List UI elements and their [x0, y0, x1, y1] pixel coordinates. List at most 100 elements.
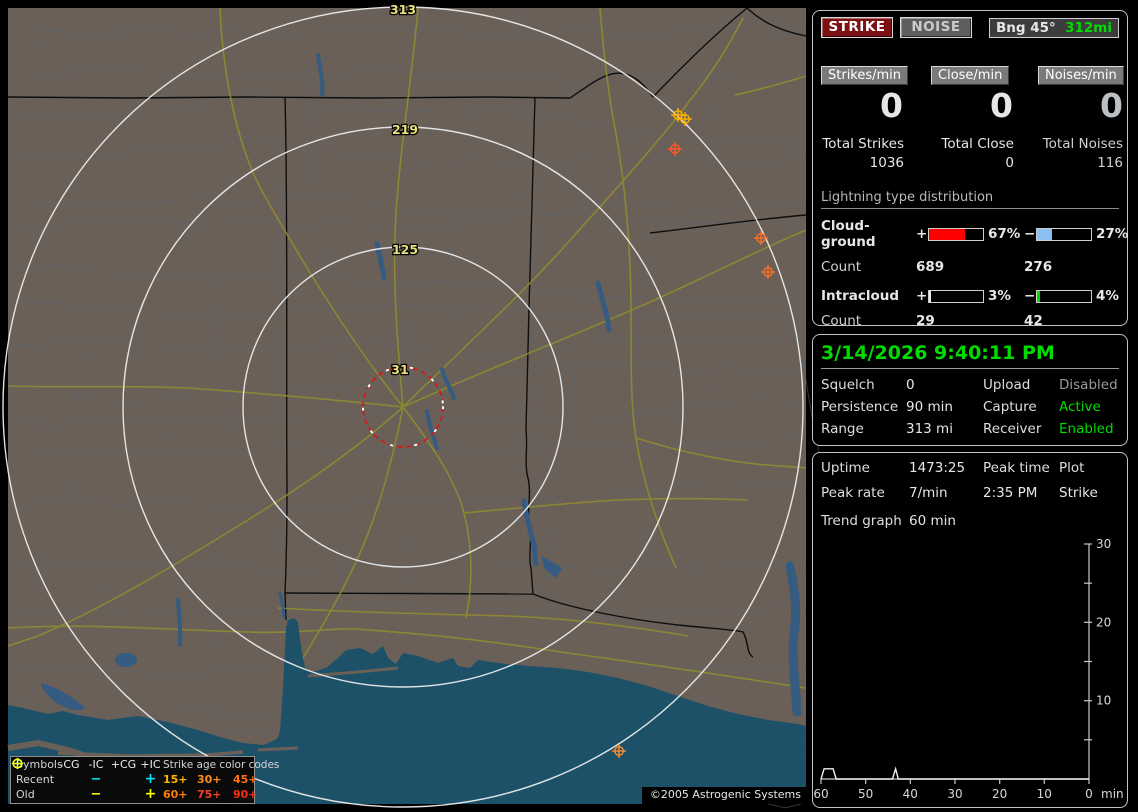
plot-value: Strike: [1059, 485, 1098, 501]
age-code-60: 60+: [163, 788, 188, 801]
cg-plus-count: 689: [916, 259, 945, 275]
strikes-per-min-button[interactable]: Strikes/min: [821, 66, 909, 85]
persistence-label: Persistence: [821, 399, 899, 415]
minus-icon: −: [90, 787, 102, 802]
persistence-value: 90 min: [906, 399, 953, 415]
svg-text:30: 30: [1096, 537, 1111, 551]
total-strikes-label: Total Strikes: [822, 136, 904, 152]
trend-line: [820, 766, 1089, 780]
map-svg: 313 219 125 31: [2, 1, 859, 809]
svg-text:20: 20: [1096, 615, 1111, 629]
svg-text:20: 20: [992, 787, 1007, 801]
receiver-value: Enabled: [1059, 421, 1114, 437]
total-strikes: Total Strikes 1036: [821, 136, 924, 171]
lightning-map[interactable]: 313 219 125 31 Symbols -CG -IC +CG +IC S…: [2, 1, 859, 809]
peak-rate-label: Peak rate: [821, 485, 885, 501]
bearing-label: Bng 45°: [996, 19, 1056, 36]
count-label: Count: [821, 313, 862, 329]
upload-label: Upload: [983, 377, 1031, 393]
noises-per-min-button[interactable]: Noises/min: [1038, 66, 1124, 85]
svg-text:50: 50: [858, 787, 873, 801]
close-per-min-value: 0: [990, 86, 1013, 125]
status-grid: Squelch 0 Upload Disabled Persistence 90…: [821, 377, 1119, 437]
svg-text:0: 0: [1085, 787, 1093, 801]
ring-label-313: 313: [390, 2, 416, 17]
noises-per-min-counter: Noises/min 0: [1034, 64, 1124, 125]
peak-time-label: Peak time: [983, 460, 1050, 476]
total-close: Total Close 0: [924, 136, 1034, 171]
cloud-ground-counts: Count 689 276: [821, 259, 1119, 275]
trend-graph: 30 20 10 60 50 40 30 20 10 0 min: [813, 537, 1123, 801]
strike-stats-panel: STRIKE NOISE Bng 45° 312mi Strikes/min 0…: [812, 10, 1129, 329]
legend-old-row: Old − + 60+ 75+ 90+: [11, 757, 258, 802]
squelch-label: Squelch: [821, 377, 875, 393]
ic-minus-pct: 4%: [1096, 288, 1119, 304]
cloud-ground-label: Cloud-ground: [821, 218, 876, 250]
total-noises-value: 116: [1097, 155, 1123, 171]
trend-panel: Uptime 1473:25 Peak time Plot Peak rate …: [812, 452, 1128, 808]
distribution-title: Lightning type distribution: [821, 190, 1119, 209]
noise-mode-button[interactable]: NOISE: [900, 17, 972, 38]
copyright-notice: ©2005 Astrogenic Systems: [641, 787, 806, 804]
legend-recent-label: Recent: [16, 773, 55, 786]
ring-label-125: 125: [392, 242, 418, 257]
rate-counters: Strikes/min 0 Close/min 0 Noises/min 0: [821, 64, 1124, 125]
legend-recent-row: Recent − + 15+ 30+ 45+: [11, 757, 258, 787]
legend-col-pcg: +CG: [110, 758, 137, 771]
noises-per-min-value: 0: [1100, 86, 1123, 125]
uptime-value: 1473:25: [909, 460, 966, 476]
cg-minus-pct: 27%: [1096, 226, 1129, 242]
cg-minus-count: 276: [1024, 259, 1053, 275]
total-close-value: 0: [1005, 155, 1014, 171]
legend-age-title: Strike age color codes: [163, 758, 280, 771]
uptime-grid: Uptime 1473:25 Peak time Plot Peak rate …: [821, 460, 1119, 501]
cg-plus-bar: [928, 227, 984, 241]
legend-header-row: Symbols -CG -IC +CG +IC Strike age color…: [11, 757, 279, 772]
plus-icon: +: [144, 786, 157, 802]
bearing-readout: Bng 45° 312mi: [989, 17, 1119, 38]
legend-col-ncg: -CG: [59, 758, 80, 771]
ic-minus-count: 42: [1024, 313, 1043, 329]
ic-minus-bar: [1036, 289, 1092, 303]
age-code-75: 75+: [197, 788, 222, 801]
plus-sign: +: [916, 226, 928, 242]
legend-col-nic: -IC: [88, 758, 104, 771]
minus-icon: −: [90, 772, 102, 787]
trend-graph-row: Trend graph 60 min: [821, 513, 1119, 529]
total-noises: Total Noises 116: [1034, 136, 1123, 171]
trend-graph-value: 60 min: [909, 513, 956, 529]
count-label: Count: [821, 259, 862, 275]
ring-label-219: 219: [392, 122, 418, 137]
map-legend: Symbols -CG -IC +CG +IC Strike age color…: [10, 756, 279, 804]
datetime-display: 3/14/2026 9:40:11 PM: [821, 342, 1119, 369]
squelch-value: 0: [906, 377, 915, 393]
app-window: 313 219 125 31 Symbols -CG -IC +CG +IC S…: [0, 0, 1138, 812]
plot-label: Plot: [1059, 460, 1085, 476]
close-per-min-counter: Close/min 0: [924, 64, 1034, 122]
age-code-45: 45+: [233, 773, 258, 786]
intracloud-label: Intracloud: [821, 288, 900, 304]
ic-plus-bar: [928, 289, 984, 303]
receiver-label: Receiver: [983, 421, 1042, 437]
svg-text:10: 10: [1096, 694, 1111, 708]
peak-rate-value: 7/min: [909, 485, 948, 501]
plus-icon: +: [144, 771, 157, 787]
strikes-per-min-value: 0: [880, 86, 903, 125]
capture-value: Active: [1059, 399, 1101, 415]
range-label: Range: [821, 421, 864, 437]
minus-sign: −: [1024, 288, 1036, 304]
legend-old-label: Old: [16, 788, 35, 801]
strike-mode-button[interactable]: STRIKE: [821, 17, 893, 38]
svg-text:10: 10: [1037, 787, 1052, 801]
plus-sign: +: [916, 288, 928, 304]
age-code-90: 90+: [233, 788, 258, 801]
total-strikes-value: 1036: [869, 155, 904, 171]
age-code-15: 15+: [163, 773, 188, 786]
ic-plus-pct: 3%: [988, 288, 1011, 304]
close-per-min-button[interactable]: Close/min: [931, 66, 1010, 85]
total-noises-label: Total Noises: [1042, 136, 1123, 152]
svg-text:40: 40: [903, 787, 918, 801]
intracloud-counts: Count 29 42: [821, 313, 1119, 329]
intracloud-row: Intracloud + 3% − 4%: [821, 288, 1119, 304]
cg-minus-bar: [1036, 227, 1092, 241]
